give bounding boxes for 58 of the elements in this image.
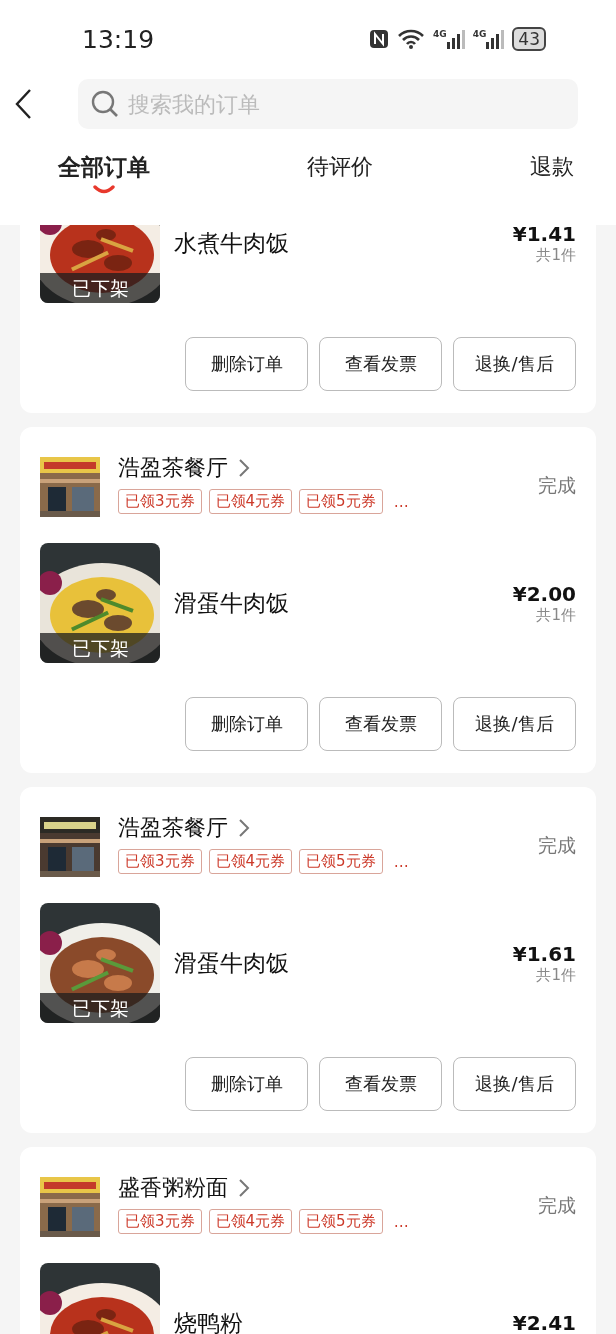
order-tab[interactable]: 待评价 [305, 140, 375, 182]
status-time: 13:19 [82, 24, 155, 54]
chevron-right-icon[interactable] [238, 458, 250, 478]
order-action-button[interactable]: 退换/售后 [453, 1057, 576, 1111]
battery-indicator: 43 [512, 27, 546, 51]
item-price: ¥2.00 [512, 581, 576, 606]
order-action-button[interactable]: 删除订单 [185, 337, 308, 391]
nfc-icon [369, 29, 390, 49]
item-name: 烧鸭粉 [174, 1308, 244, 1334]
item-name: 水煮牛肉饭 [174, 228, 290, 258]
order-action-button[interactable]: 查看发票 [319, 337, 442, 391]
signal-icon [446, 29, 465, 49]
coupon-tag: 已领4元券 [208, 849, 293, 874]
delisted-label: 已下架 [40, 993, 160, 1023]
shop-name[interactable]: 盛香粥粉面 [118, 1173, 228, 1203]
back-icon[interactable] [14, 88, 32, 120]
order-status: 完成 [538, 473, 576, 498]
coupon-tag: 已领3元券 [118, 1209, 202, 1234]
order-action-button[interactable]: 退换/售后 [453, 697, 576, 751]
item-price: ¥2.41 [512, 1311, 576, 1334]
order-action-button[interactable]: 删除订单 [185, 1057, 308, 1111]
item-count: 共1件 [536, 245, 576, 265]
coupon-tag: 已领5元券 [299, 1209, 383, 1234]
network-label: 4G [472, 29, 487, 39]
delisted-label: 已下架 [40, 633, 160, 663]
wifi-icon [397, 29, 426, 49]
more-coupons[interactable]: … [393, 852, 409, 871]
more-coupons[interactable]: … [393, 1212, 409, 1231]
coupon-tag: 已领5元券 [299, 849, 383, 874]
delisted-label: 已下架 [40, 273, 160, 303]
coupon-tag: 已领3元券 [118, 489, 202, 514]
order-tab[interactable]: 退款 [528, 140, 576, 182]
shop-name[interactable]: 浩盈茶餐厅 [118, 813, 228, 843]
coupon-tag: 已领4元券 [208, 489, 293, 514]
chevron-right-icon[interactable] [238, 1178, 250, 1198]
order-action-button[interactable]: 查看发票 [319, 697, 442, 751]
coupon-tag: 已领3元券 [118, 849, 202, 874]
more-coupons[interactable]: … [393, 492, 409, 511]
item-name: 滑蛋牛肉饭 [174, 948, 290, 978]
item-price: ¥1.61 [512, 941, 576, 966]
chevron-right-icon[interactable] [238, 818, 250, 838]
item-price: ¥1.41 [512, 221, 576, 246]
order-action-button[interactable]: 删除订单 [185, 697, 308, 751]
order-tab[interactable]: 全部订单 [56, 140, 152, 183]
order-status: 完成 [538, 1193, 576, 1218]
signal-icon [486, 29, 505, 49]
order-action-button[interactable]: 退换/售后 [453, 337, 576, 391]
coupon-tag: 已领5元券 [299, 489, 383, 514]
search-field[interactable]: 搜索我的订单 [78, 79, 578, 129]
item-count: 共1件 [536, 965, 576, 985]
coupon-tag: 已领4元券 [208, 1209, 293, 1234]
item-name: 滑蛋牛肉饭 [174, 588, 290, 618]
item-count: 共1件 [536, 605, 576, 625]
shop-name[interactable]: 浩盈茶餐厅 [118, 453, 228, 483]
tab-indicator [93, 185, 115, 194]
order-status: 完成 [538, 833, 576, 858]
order-action-button[interactable]: 查看发票 [319, 1057, 442, 1111]
network-label: 4G [433, 29, 447, 39]
